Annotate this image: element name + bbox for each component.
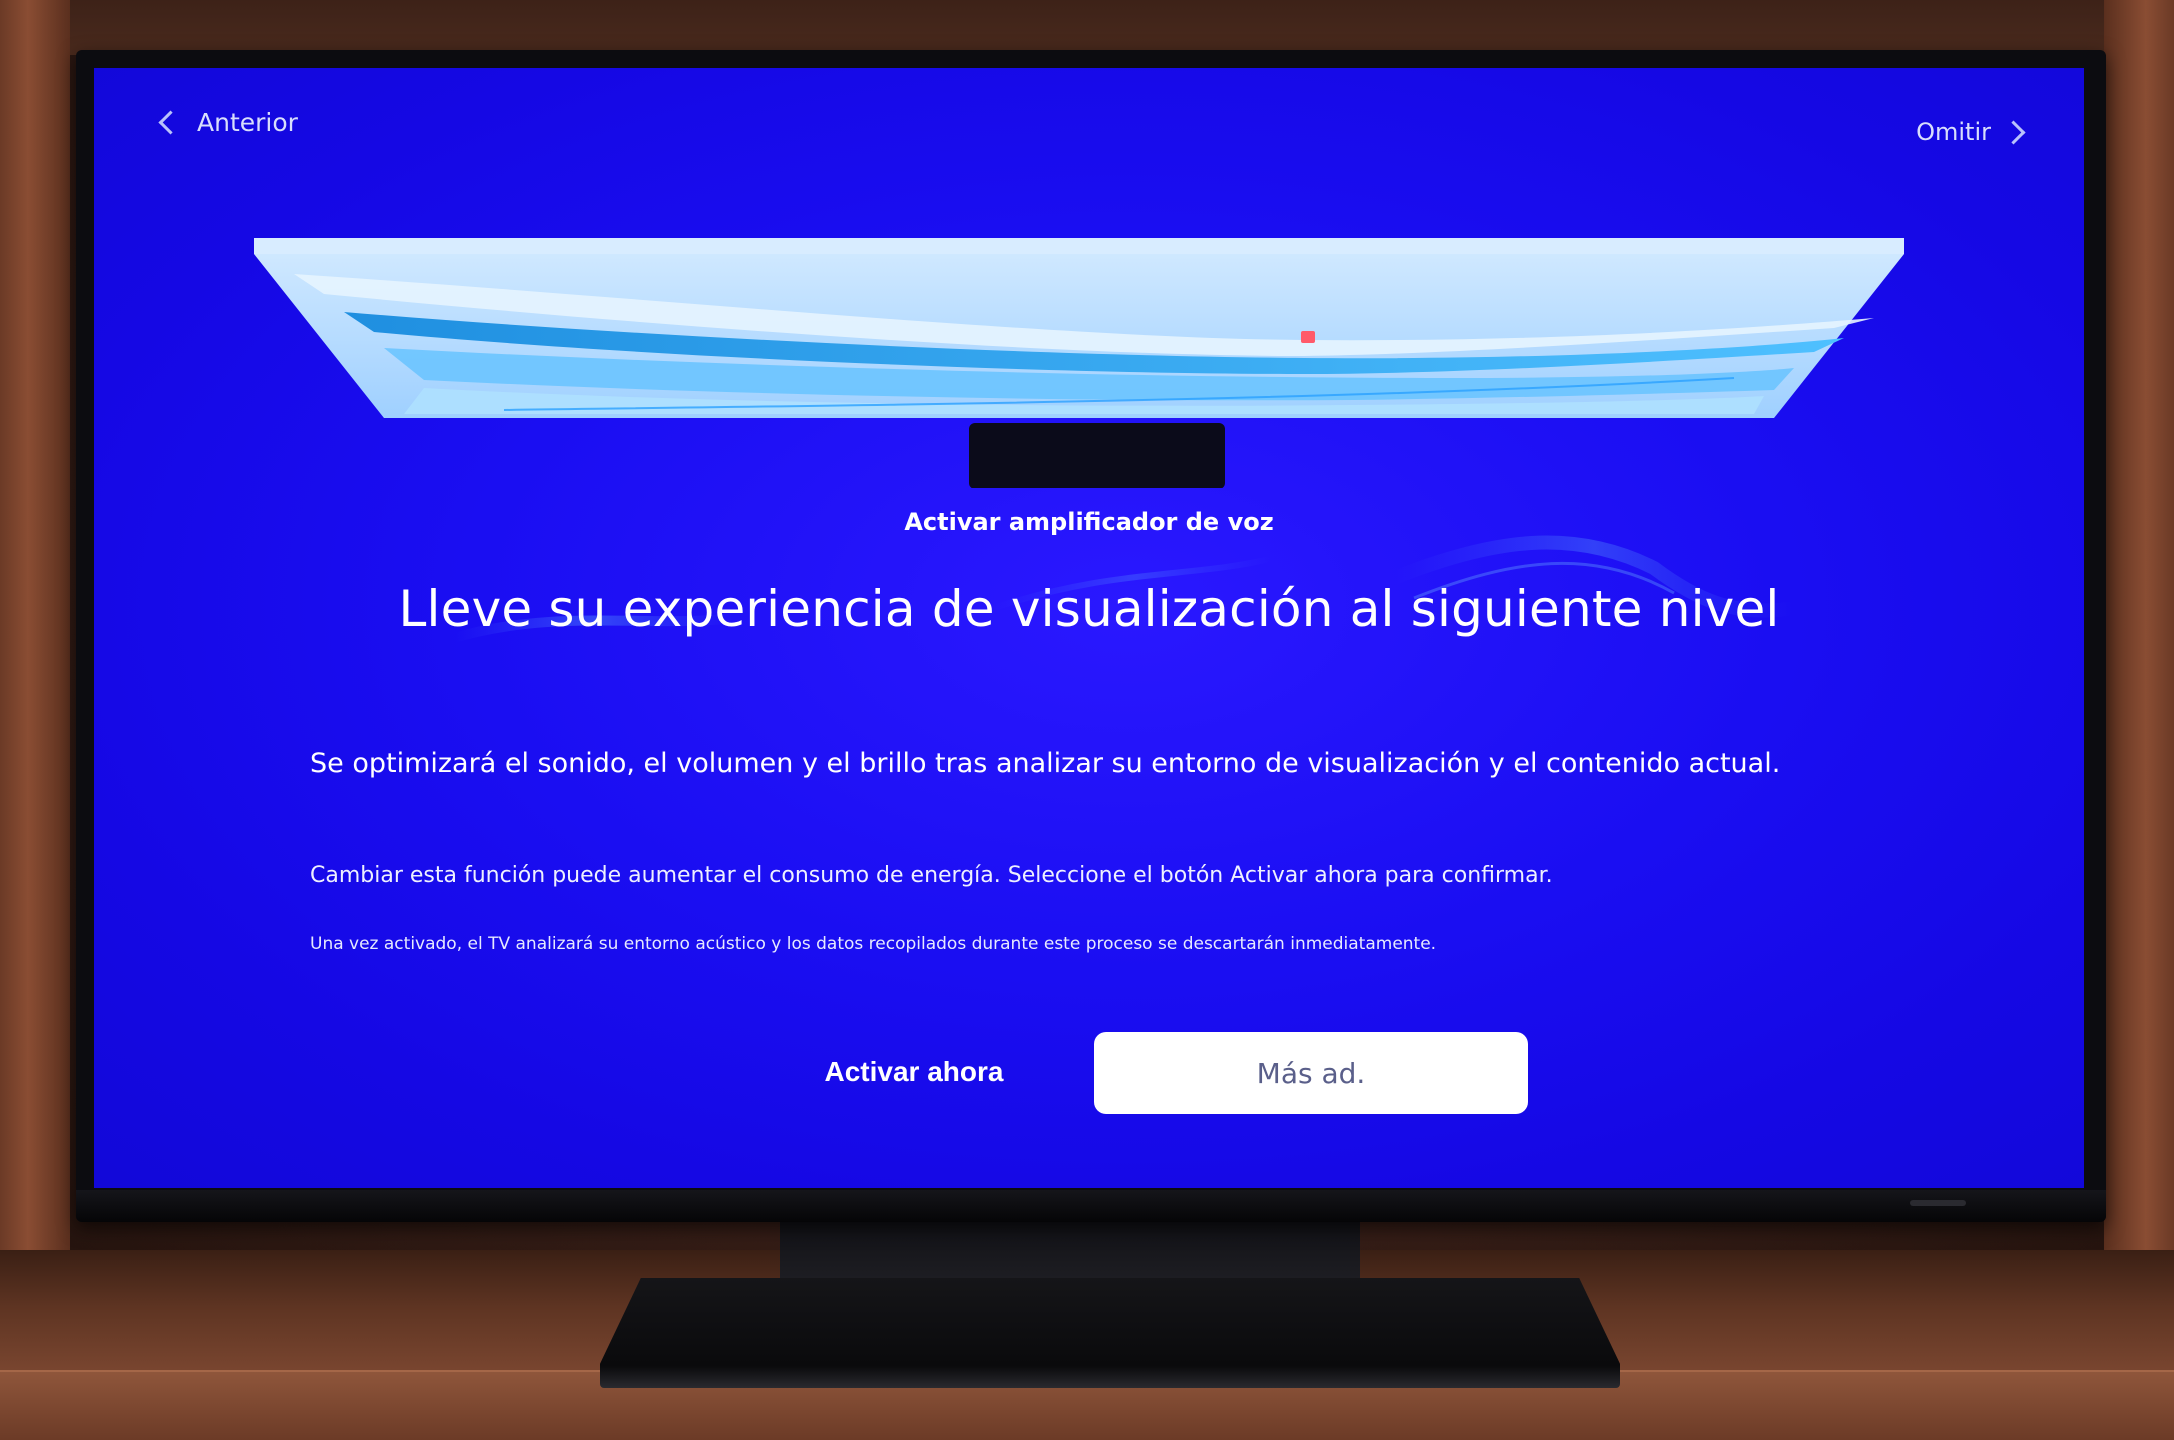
tv-soundbar-illustration (254, 238, 1904, 488)
more-info-button[interactable]: Más ad. (1094, 1032, 1528, 1114)
tv-screen: Anterior Omitir Activar amplificador de … (94, 68, 2084, 1188)
skip-button[interactable]: Omitir (1916, 118, 2026, 146)
skip-label: Omitir (1916, 118, 1991, 146)
back-label: Anterior (197, 108, 298, 137)
activate-now-button[interactable]: Activar ahora (694, 1028, 1134, 1116)
page-title: Lleve su experiencia de visualización al… (398, 580, 1780, 638)
description-text: Se optimizará el sonido, el volumen y el… (310, 748, 1781, 779)
tv-bottom-bezel (76, 1190, 2106, 1222)
chevron-left-icon (158, 110, 183, 135)
energy-note: Cambiar esta función puede aumentar el c… (310, 863, 1553, 888)
feature-caption: Activar amplificador de voz (904, 508, 1274, 536)
cabinet-top (0, 0, 2174, 55)
tv-stand-base (600, 1278, 1620, 1388)
tv-indicator (1910, 1200, 1966, 1206)
cabinet-left-panel (0, 0, 70, 1440)
tv-stand-neck (780, 1222, 1360, 1278)
back-button[interactable]: Anterior (158, 108, 298, 137)
cabinet-right-panel (2104, 0, 2174, 1440)
chevron-right-icon (2001, 119, 2026, 145)
privacy-note: Una vez activado, el TV analizará su ent… (310, 934, 1437, 954)
